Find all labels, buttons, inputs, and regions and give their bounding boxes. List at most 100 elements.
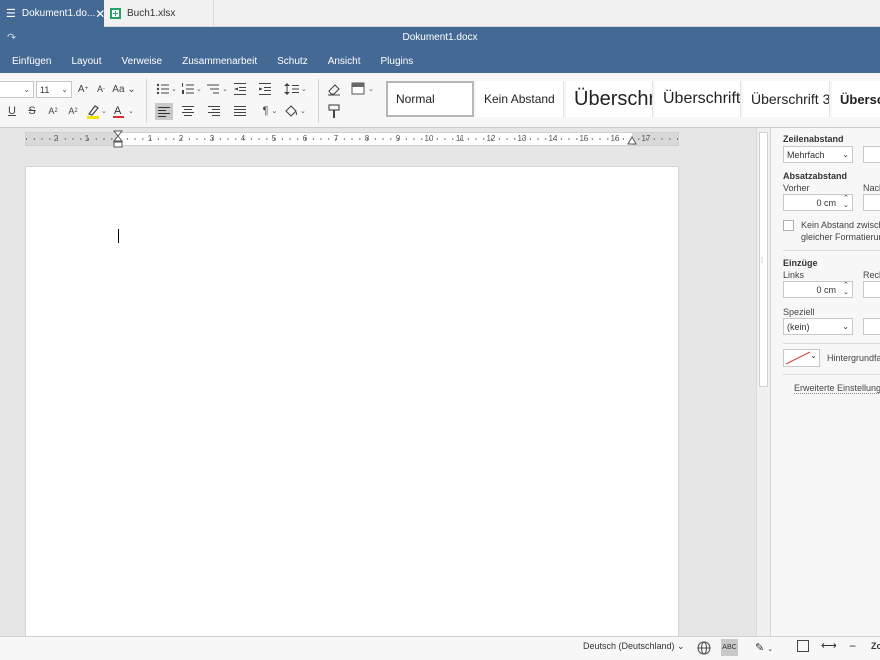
document-page[interactable] xyxy=(25,166,679,641)
ruler-tick xyxy=(26,138,27,140)
numbered-list-icon[interactable]: ⌄ xyxy=(181,81,203,97)
line-spacing-icon[interactable]: ⌄ xyxy=(284,81,308,97)
panel-resize-handle[interactable]: ⁞ xyxy=(761,256,763,265)
zoom-out-icon[interactable]: − xyxy=(849,639,856,653)
ruler-number: 17 xyxy=(641,134,651,143)
increase-font-icon[interactable]: A + xyxy=(77,82,89,96)
line-spacing-amount-input[interactable] xyxy=(863,146,880,163)
style-heading-1[interactable]: Überschrift 1 xyxy=(566,81,653,117)
globe-icon[interactable] xyxy=(697,641,711,655)
ruler-tick xyxy=(204,138,206,140)
menu-layout[interactable]: Layout xyxy=(61,56,111,67)
indent-right-label: Rech xyxy=(863,270,880,280)
ruler-number: 7 xyxy=(333,134,339,143)
vertical-scrollbar[interactable] xyxy=(756,128,770,636)
ruler-tick xyxy=(545,138,547,140)
background-color-picker[interactable]: ⌄ xyxy=(783,349,820,367)
tab-buch1[interactable]: Buch1.xlsx xyxy=(104,0,214,27)
no-color-swatch-icon xyxy=(785,351,811,365)
ruler-number: 10 xyxy=(424,134,434,143)
strikethrough-icon[interactable]: S xyxy=(26,104,38,118)
ruler-tick xyxy=(436,138,438,140)
document-workspace: 2 1 1 2 3 4 5 6 7 8 9 10 11 12 13 14 15 … xyxy=(0,128,770,641)
line-spacing-select[interactable]: Mehrfach ⌄ xyxy=(783,146,853,163)
svg-text:A: A xyxy=(114,105,122,117)
track-changes-icon[interactable]: ✎ ⌄ xyxy=(755,641,773,654)
multilevel-list-icon[interactable]: ⌄ xyxy=(206,81,230,97)
fit-page-icon[interactable] xyxy=(797,640,809,652)
spacing-before-input[interactable]: 0 cm ⌃ ⌄ xyxy=(783,194,853,211)
spin-arrows-icon[interactable]: ⌃ ⌄ xyxy=(843,195,849,209)
no-spacing-checkbox[interactable] xyxy=(783,220,794,231)
align-center-icon[interactable] xyxy=(181,104,195,118)
ruler-tick xyxy=(514,138,516,140)
indent-marker-icon[interactable] xyxy=(113,130,123,150)
menu-ansicht[interactable]: Ansicht xyxy=(318,56,371,67)
style-heading-3[interactable]: Überschrift 3 xyxy=(743,81,830,117)
svg-text:⌄: ⌄ xyxy=(101,108,107,115)
language-select[interactable]: Deutsch (Deutschland) ⌄ xyxy=(583,641,685,652)
indent-left-input[interactable]: 0 cm ⌃ ⌄ xyxy=(783,281,853,298)
hamburger-icon[interactable]: ☰ xyxy=(6,7,16,20)
increase-indent-icon[interactable] xyxy=(258,81,272,97)
style-heading-2[interactable]: Überschrift 2 xyxy=(655,81,741,117)
ruler-number: 2 xyxy=(53,134,59,143)
special-indent-select[interactable]: (kein) ⌄ xyxy=(783,318,853,335)
special-indent-label: Speziell xyxy=(783,307,815,317)
copy-style-icon[interactable] xyxy=(327,104,341,120)
change-case-icon[interactable]: Aa ⌄ xyxy=(112,82,136,96)
right-indent-marker-icon[interactable] xyxy=(627,136,637,146)
font-size-select[interactable]: 11 ⌄ xyxy=(36,81,72,98)
ruler-tick xyxy=(196,138,198,140)
subscript-icon[interactable]: A2 xyxy=(66,104,80,118)
decrease-font-icon[interactable]: A- xyxy=(95,82,107,96)
spell-check-icon[interactable]: ABC xyxy=(721,639,738,656)
style-no-spacing[interactable]: Kein Abstand xyxy=(476,81,564,117)
align-left-icon[interactable] xyxy=(155,103,173,120)
svg-text:⌄: ⌄ xyxy=(301,86,307,93)
align-right-icon[interactable] xyxy=(207,104,221,118)
highlight-icon[interactable]: ⌄ xyxy=(86,103,108,119)
menu-plugins[interactable]: Plugins xyxy=(371,56,424,67)
ruler-tick xyxy=(80,138,82,140)
tab-dokument1[interactable]: ☰ Dokument1.do... ✕ xyxy=(0,0,105,27)
menu-schutz[interactable]: Schutz xyxy=(267,56,318,67)
special-indent-amount-input[interactable] xyxy=(863,318,880,335)
bullet-list-icon[interactable]: ⌄ xyxy=(156,81,178,97)
advanced-settings-link[interactable]: Erweiterte Einstellung xyxy=(794,383,880,394)
style-normal[interactable]: Normal xyxy=(386,81,474,117)
justify-icon[interactable] xyxy=(233,104,247,118)
shading-icon[interactable]: ⌄ xyxy=(284,103,308,119)
ruler-tick xyxy=(157,138,159,140)
ruler-tick xyxy=(219,138,221,140)
ruler-tick xyxy=(560,138,562,140)
decrease-indent-icon[interactable] xyxy=(233,81,247,97)
style-heading-4[interactable]: Überschrift xyxy=(832,81,880,117)
ruler-number: 12 xyxy=(486,134,496,143)
indent-right-input[interactable] xyxy=(863,281,880,298)
spin-arrows-icon[interactable]: ⌃ ⌄ xyxy=(843,282,849,296)
font-family-select[interactable]: ⌄ xyxy=(0,81,34,98)
menu-einfuegen[interactable]: Einfügen xyxy=(0,56,61,67)
ruler-tick xyxy=(320,138,322,140)
horizontal-ruler[interactable]: 2 1 1 2 3 4 5 6 7 8 9 10 11 12 13 14 15 … xyxy=(25,130,679,148)
spacing-after-input[interactable] xyxy=(863,194,880,211)
eraser-icon[interactable] xyxy=(327,81,341,97)
ruler-number: 9 xyxy=(395,134,401,143)
ruler-tick xyxy=(444,138,446,140)
color-scheme-icon[interactable]: ⌄ xyxy=(351,81,377,97)
menu-verweise[interactable]: Verweise xyxy=(112,56,173,67)
font-color-icon[interactable]: A ⌄ xyxy=(113,103,135,119)
ruler-tick xyxy=(250,138,252,140)
fit-width-icon[interactable]: ⟷ xyxy=(821,639,837,652)
paragraph-spacing-heading: Absatzabstand xyxy=(783,171,848,181)
spacing-before-value: 0 cm xyxy=(816,197,836,208)
ruler-tick xyxy=(382,138,384,140)
menu-zusammenarbeit[interactable]: Zusammenarbeit xyxy=(172,56,267,67)
pilcrow-icon[interactable]: ¶ ⌄ xyxy=(259,104,281,118)
font-size-value: 11 xyxy=(40,84,50,95)
indent-left-label: Links xyxy=(783,270,805,280)
menu-bar: Einfügen Layout Verweise Zusammenarbeit … xyxy=(0,49,880,73)
superscript-icon[interactable]: A2 xyxy=(46,104,60,118)
underline-icon[interactable]: U xyxy=(6,104,18,118)
